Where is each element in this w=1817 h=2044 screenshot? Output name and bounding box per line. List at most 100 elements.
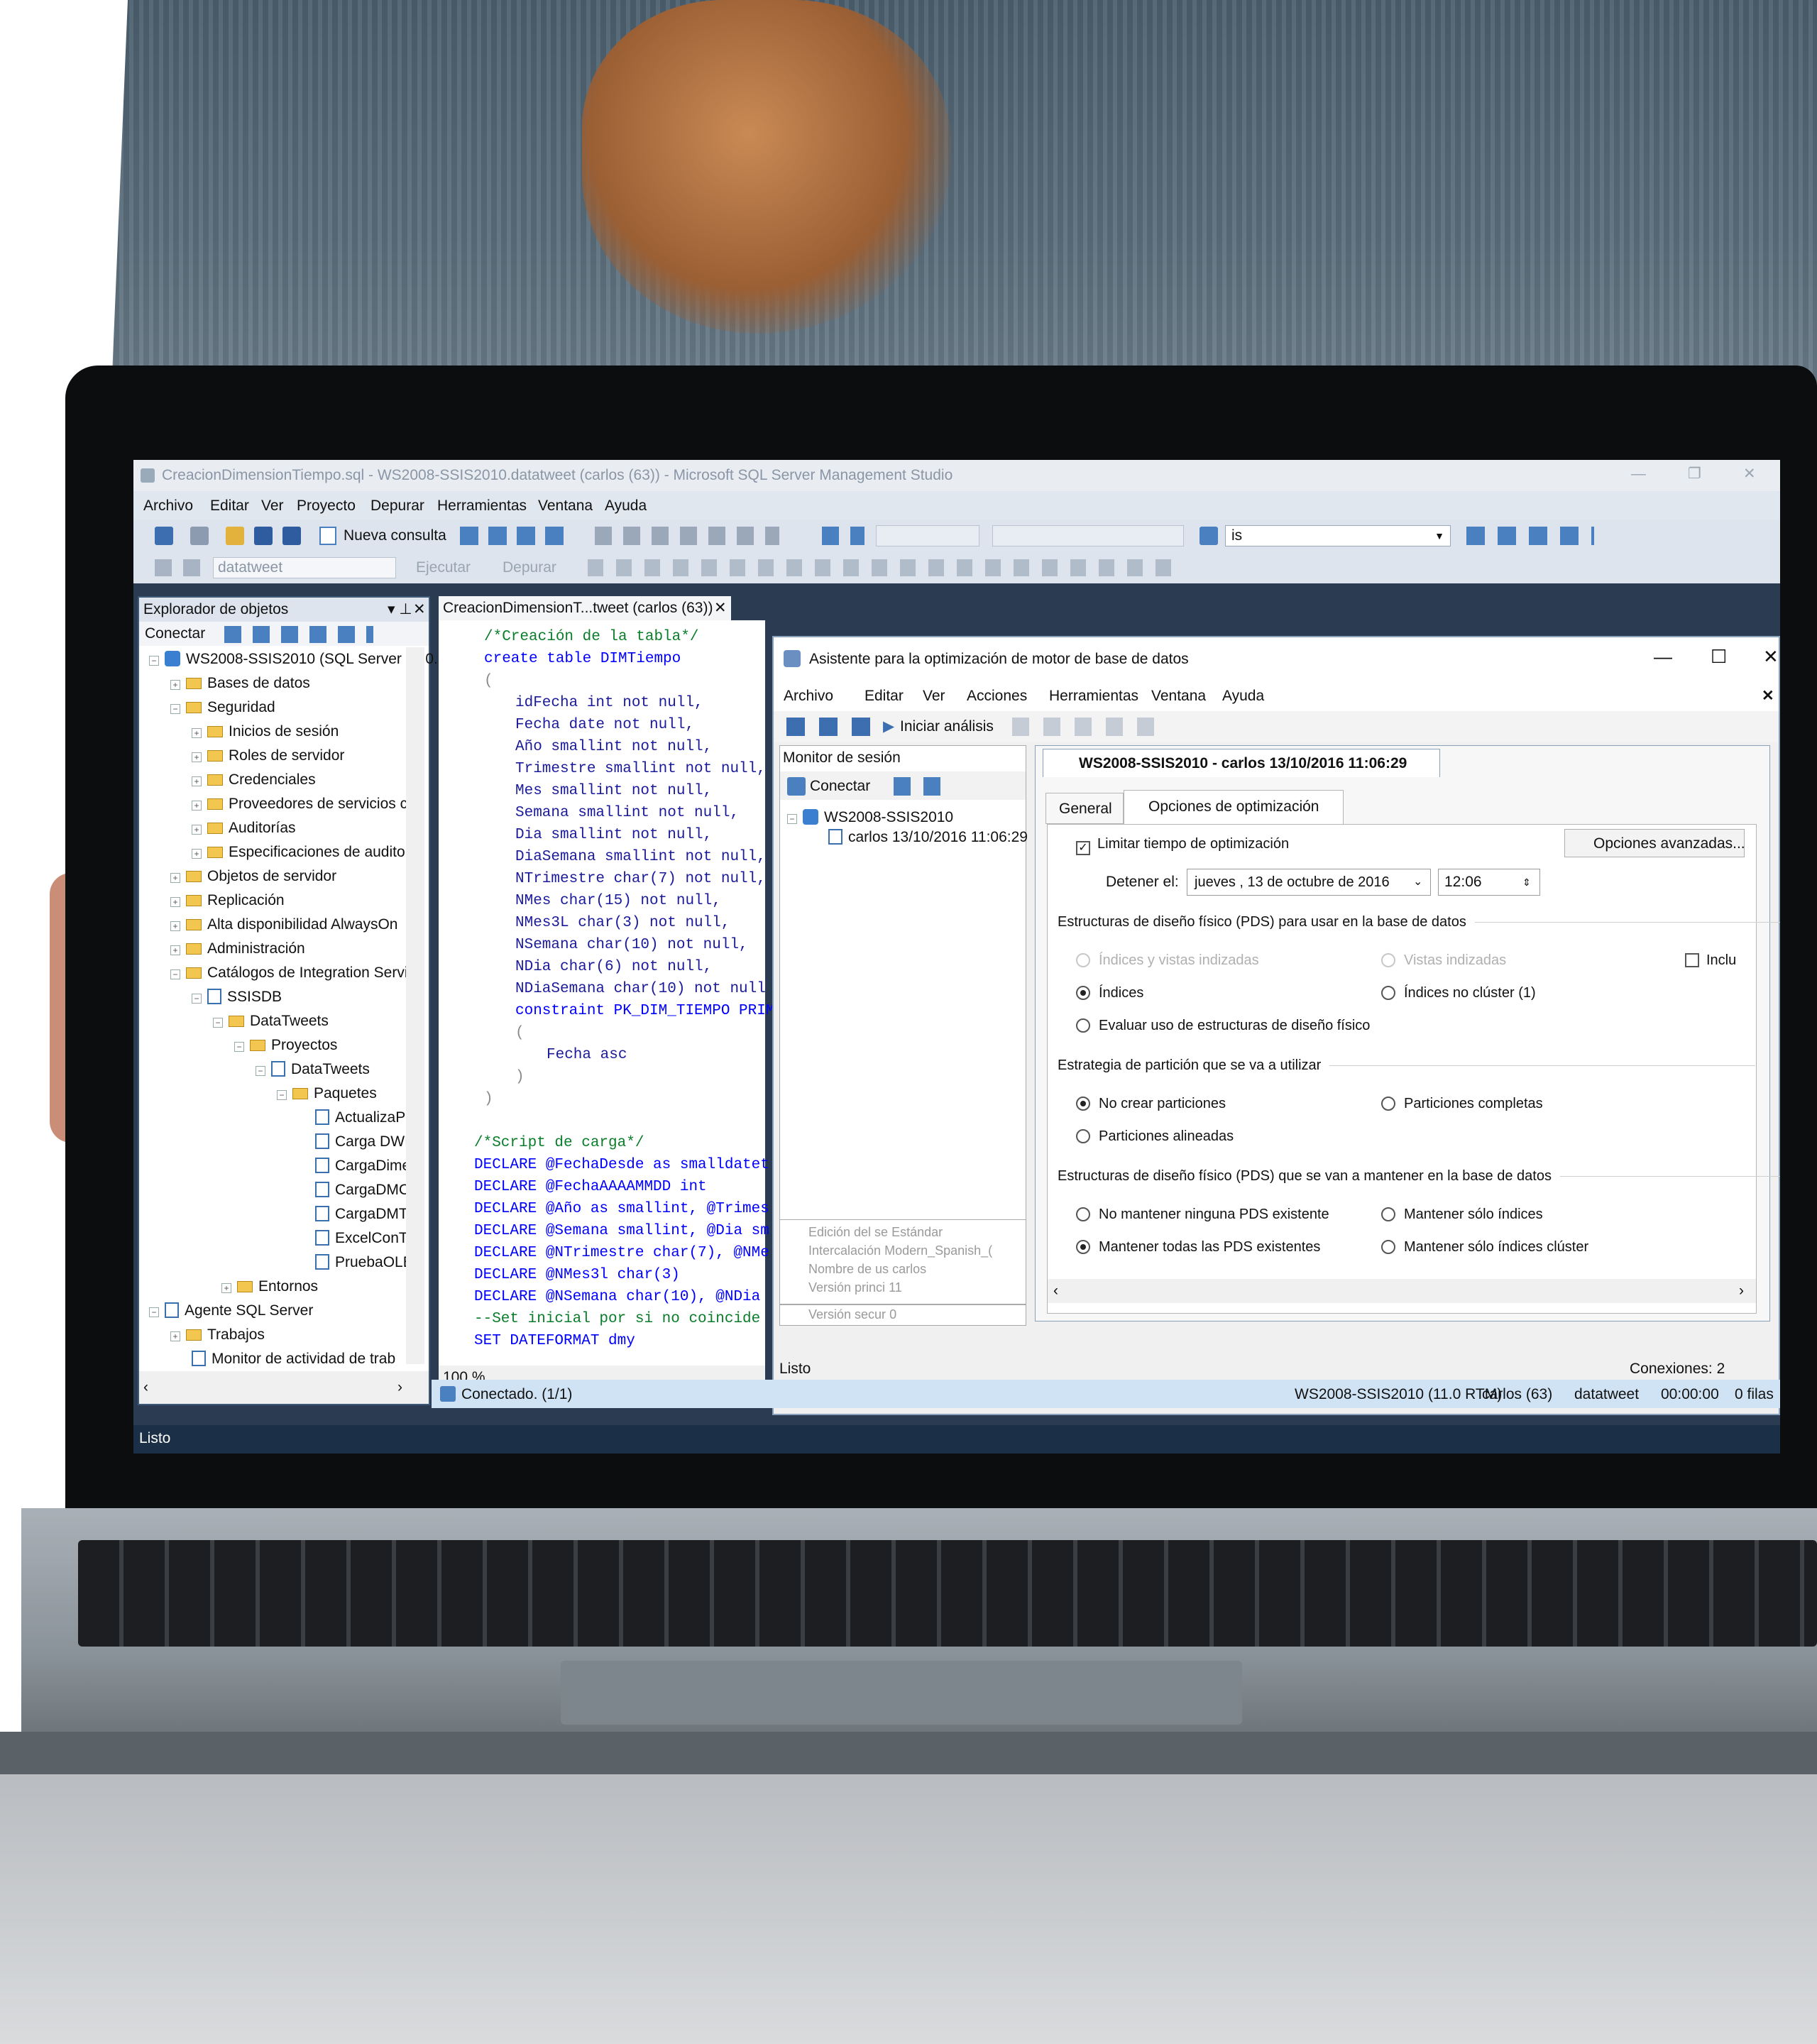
tree-node-server-objects[interactable]: + Objetos de servidor [170,864,336,889]
tree-node-replication[interactable]: + Replicación [170,889,285,913]
debug-button[interactable]: Depurar [503,559,556,577]
new-query-icon[interactable] [319,527,336,545]
menu-ayuda[interactable]: Ayuda [605,497,647,515]
tree-node-datatweets-folder[interactable]: − DataTweets [213,1009,329,1033]
advanced-options-button[interactable]: Opciones avanzadas... [1564,829,1745,857]
radio-no-partition[interactable]: No crear particiones [1076,1094,1226,1113]
radio-nonclustered[interactable]: Índices no clúster (1) [1381,984,1536,1002]
tree-node-logins[interactable]: + Inicios de sesión [192,720,339,744]
stop-time-input[interactable]: 12:06 ⇕ [1438,869,1540,896]
dta-close-icon[interactable]: ✕ [1763,647,1779,666]
tree-node-environments[interactable]: + Entornos [221,1275,318,1299]
minimize-icon[interactable]: — [1631,465,1646,483]
tree-node-credentials[interactable]: + Credenciales [192,768,316,792]
dta-maximize-icon[interactable]: ☐ [1711,647,1727,666]
tree-node-is-catalogs[interactable]: − Catálogos de Integration Service [170,961,424,985]
tree-node-alwayson[interactable]: + Alta disponibilidad AlwaysOn [170,913,398,937]
add-item-icon[interactable] [190,527,209,545]
dta-close-child-icon[interactable]: ✕ [1762,687,1774,705]
new-query-button[interactable]: Nueva consulta [344,527,446,545]
radio-indexes[interactable]: Índices [1076,984,1143,1002]
spinner-icon[interactable]: ⇕ [1522,873,1531,891]
scroll-left-icon[interactable]: ‹ [143,1378,148,1397]
menu-depurar[interactable]: Depurar [370,497,424,515]
tree-node-package-6[interactable]: ExcelConT [315,1226,408,1251]
editor-tab-close-icon[interactable]: ✕ [714,599,727,617]
sql-editor[interactable]: /*Creación de la tabla*/ create table DI… [439,620,774,1407]
connect-icons[interactable] [155,559,204,576]
tree-node-package-4[interactable]: CargaDMC [315,1178,410,1202]
dta-menu-editar[interactable]: Editar [864,687,904,705]
dta-menu-ayuda[interactable]: Ayuda [1222,687,1264,705]
tab-optimization-options[interactable]: Opciones de optimización [1124,790,1344,824]
oe-horizontal-scrollbar[interactable]: ‹ › [139,1371,429,1404]
dta-menu-archivo[interactable]: Archivo [784,687,833,705]
session-tab[interactable]: WS2008-SSIS2010 - carlos 13/10/2016 11:0… [1043,749,1440,777]
radio-evaluate-pds[interactable]: Evaluar uso de estructuras de diseño fís… [1076,1016,1370,1035]
sql-editor-icons[interactable] [588,559,1184,576]
scroll-left-icon[interactable]: ‹ [1053,1282,1058,1300]
tree-node-package-7[interactable]: PruebaOLE [315,1251,413,1275]
tree-node-package-5[interactable]: CargaDMT [315,1202,408,1226]
tree-node-server-roles[interactable]: + Roles de servidor [192,744,344,768]
tree-node-jobs[interactable]: + Trabajos [170,1323,265,1347]
options-hscrollbar[interactable]: ‹ › [1048,1279,1756,1303]
dta-minimize-icon[interactable]: — [1654,647,1672,666]
editor-tab[interactable]: CreacionDimensionT...tweet (carlos (63))… [439,596,731,620]
radio-keep-all[interactable]: Mantener todas las PDS existentes [1076,1238,1320,1256]
menu-ver[interactable]: Ver [261,497,284,515]
tree-node-datatweets-project[interactable]: − DataTweets [256,1057,370,1082]
session-tool-icons[interactable] [894,777,943,796]
window-tool-icons[interactable] [1466,527,1594,545]
open-file-icon[interactable] [226,527,244,545]
start-analysis-button[interactable]: Iniciar análisis [900,718,994,736]
close-icon[interactable]: ✕ [1743,465,1756,483]
menu-archivo[interactable]: Archivo [143,497,193,515]
tree-node-audits[interactable]: + Auditorías [192,816,296,840]
pin-icon[interactable]: ▾ ⊥ [388,600,412,619]
dta-session-icons[interactable] [786,718,879,736]
session-connect-button[interactable]: Conectar [810,777,870,796]
radio-keep-indexes[interactable]: Mantener sólo índices [1381,1205,1543,1224]
tree-node-sql-agent[interactable]: − Agente SQL Server [149,1299,313,1323]
close-panel-icon[interactable]: ✕ [413,600,426,619]
menu-editar[interactable]: Editar [210,497,249,515]
play-icon[interactable]: ▶ [883,718,894,736]
radio-keep-none[interactable]: No mantener ninguna PDS existente [1076,1205,1329,1224]
search-input[interactable]: is ▼ [1225,525,1451,546]
connect-icon[interactable] [787,777,806,796]
tree-node-databases[interactable]: + Bases de datos [170,671,310,696]
execute-button[interactable]: Ejecutar [416,559,471,577]
limit-time-checkbox[interactable]: ✓ Limitar tiempo de optimización [1076,835,1289,855]
menu-ventana[interactable]: Ventana [538,497,593,515]
save-icon[interactable] [254,527,273,545]
find-icon[interactable] [1200,527,1218,545]
tree-node-ssisdb[interactable]: − SSISDB [192,985,282,1009]
include-checkbox[interactable]: Inclu [1685,951,1756,969]
tree-node-crypto-providers[interactable]: + Proveedores de servicios crip [192,792,424,816]
tree-node-audit-specs[interactable]: + Especificaciones de auditoría [192,840,422,864]
menu-proyecto[interactable]: Proyecto [297,497,356,515]
tree-node-packages[interactable]: − Paquetes [277,1082,377,1106]
debug-icons[interactable] [822,527,864,545]
tree-node-management[interactable]: + Administración [170,937,305,961]
solution-config-dropdown[interactable] [876,525,979,546]
tree-node-package-3[interactable]: CargaDime [315,1154,410,1178]
stop-date-picker[interactable]: jueves , 13 de octubre de 2016 ⌄ [1187,869,1431,896]
oe-vertical-scrollbar[interactable] [406,647,424,1364]
oe-tool-icons[interactable] [224,626,373,643]
tree-node-job-monitor[interactable]: Monitor de actividad de trab [192,1347,395,1368]
database-dropdown[interactable]: datatweet [213,557,396,578]
tree-node-security[interactable]: − Seguridad [170,696,275,720]
radio-aligned-partition[interactable]: Particiones alineadas [1076,1127,1234,1145]
scroll-right-icon[interactable]: › [1739,1282,1744,1300]
oe-connect-button[interactable]: Conectar [145,625,205,643]
query-type-icons[interactable] [460,527,566,545]
edit-icons[interactable] [595,527,779,545]
new-project-icon[interactable] [155,527,173,545]
tree-node-server[interactable]: − WS2008-SSIS2010 (SQL Server 11.0.2. [149,647,450,671]
tree-node-package-2[interactable]: Carga DWI [315,1130,409,1154]
platform-dropdown[interactable] [992,525,1184,546]
dta-menu-ver[interactable]: Ver [923,687,945,705]
radio-keep-clustered[interactable]: Mantener sólo índices clúster [1381,1238,1588,1256]
